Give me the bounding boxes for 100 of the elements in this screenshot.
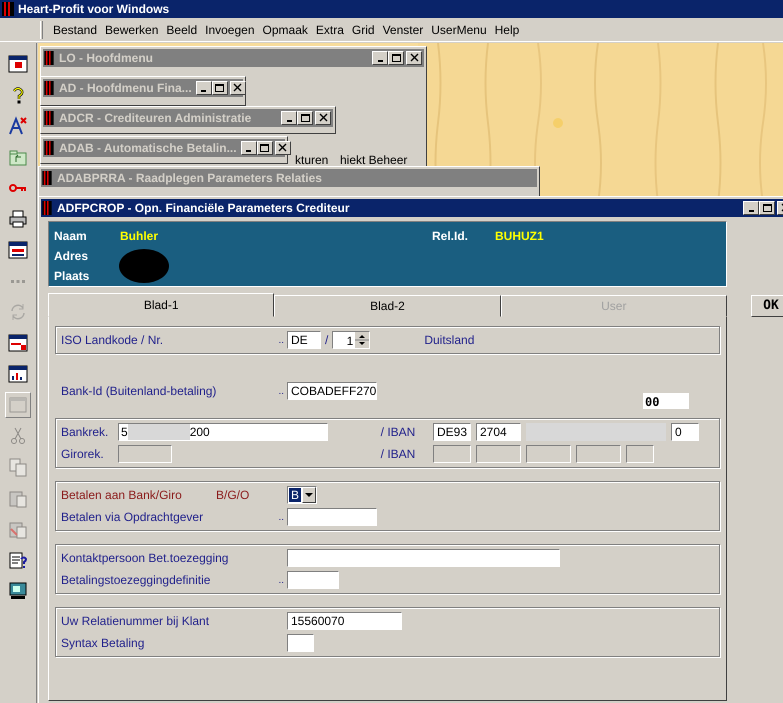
minimize-icon (286, 120, 292, 122)
menu-text: kturen (295, 152, 328, 169)
menu-item[interactable]: UserMenu (427, 20, 491, 38)
monitor-icon (8, 581, 28, 601)
dots-text: .. (277, 510, 285, 524)
menu-text: hiekt Beheer (340, 152, 408, 169)
field-label: Betalen aan Bank/Giro (61, 487, 183, 504)
menu-item[interactable]: Help (490, 20, 524, 38)
minimize-button[interactable] (240, 141, 257, 155)
maximize-icon (259, 143, 270, 153)
font-delete-icon (8, 116, 28, 136)
spin-field[interactable]: 1 (332, 331, 370, 349)
clipboard-help-icon (8, 550, 28, 570)
redaction-mark (128, 424, 190, 440)
field-value: Buhler (120, 228, 160, 245)
window-title: ADFPCROP - Opn. Financiële Parameters Crediteur (57, 200, 351, 217)
minimize-button[interactable] (281, 111, 297, 125)
field-text: 5 (121, 424, 128, 441)
minimize-button[interactable] (372, 51, 388, 65)
close-icon (277, 143, 288, 153)
window-logo-icon (41, 201, 53, 215)
window-icon (8, 364, 28, 384)
close-button[interactable] (406, 51, 422, 65)
field-value: BUHUZ1 (495, 228, 545, 245)
window-title: ADAB - Automatische Betalin... (59, 140, 237, 157)
ok-button[interactable]: OK (751, 295, 783, 317)
input-field[interactable] (287, 549, 560, 567)
field-label: B/G/O (216, 487, 250, 504)
dropdown-field[interactable]: B (287, 486, 318, 504)
input-field[interactable]: COBADEFF270 (287, 382, 377, 400)
maximize-button[interactable] (212, 81, 228, 95)
minimize-button[interactable] (743, 201, 759, 215)
field-text: 200 (190, 424, 210, 441)
window-icon (8, 333, 28, 353)
menu-item[interactable]: Grid (348, 20, 379, 38)
minimize-icon (201, 90, 206, 92)
menu-item[interactable]: Venster (378, 20, 428, 38)
code-text: 00 (643, 393, 689, 409)
input-field[interactable]: DE (287, 331, 321, 349)
input-field[interactable] (287, 634, 314, 652)
window-logo-icon (2, 2, 14, 16)
field-label: Bank-Id (Buitenland-betaling) (61, 383, 218, 400)
close-icon (232, 83, 244, 93)
copy-icon (8, 457, 28, 477)
maximize-icon (390, 53, 402, 63)
input-field[interactable]: 0 (671, 423, 699, 441)
field-label: Plaats (54, 268, 90, 285)
maximize-button[interactable] (256, 141, 273, 155)
menu-item[interactable]: Opmaak (258, 20, 312, 38)
menu-item[interactable]: Bestand (49, 20, 102, 38)
minimize-button[interactable] (196, 81, 212, 95)
field-label: Rel.Id. (432, 228, 470, 245)
window-logo-icon (43, 81, 55, 95)
field-label: Betalen via Opdrachtgever (61, 509, 204, 526)
maximize-icon (214, 83, 226, 93)
input-field[interactable]: 15560070 (287, 612, 402, 630)
maximize-icon (762, 203, 772, 213)
input-field[interactable]: 5 200 (118, 423, 328, 441)
window-icon (8, 54, 28, 74)
input-field[interactable] (287, 508, 377, 526)
field-label: Betalingstoezeggingdefinitie (61, 572, 212, 589)
window-icon (8, 240, 28, 260)
caret-icon (305, 492, 314, 498)
menu-item[interactable]: Extra (312, 20, 348, 38)
input-field[interactable] (287, 571, 339, 589)
tab[interactable]: Blad-2 (274, 295, 501, 317)
dots-text: .. (277, 574, 285, 588)
maximize-button[interactable] (759, 201, 775, 215)
maximize-button[interactable] (388, 51, 404, 65)
minimize-icon (378, 60, 382, 62)
tab[interactable]: Blad-1 (48, 293, 274, 317)
maximize-button[interactable] (297, 111, 313, 125)
separator-text: / (324, 332, 330, 349)
menu-item[interactable]: Bewerken (101, 20, 162, 38)
field-label: Kontaktpersoon Bet.toezegging (61, 550, 230, 567)
field-label: ISO Landkode / Nr. (61, 332, 164, 349)
close-icon (318, 113, 328, 123)
close-button[interactable] (274, 141, 291, 155)
dots-icon (11, 280, 25, 282)
close-button[interactable] (230, 81, 246, 95)
input-field[interactable]: 2704 (476, 423, 521, 441)
spin-arrows-icon[interactable] (355, 332, 370, 348)
close-button[interactable] (315, 111, 331, 125)
field-label: Naam (54, 228, 88, 245)
field-label: / IBAN (380, 446, 416, 463)
field-label: Girorek. (61, 446, 105, 463)
app-title: Heart-Profit voor Windows (18, 1, 170, 18)
window-title: ADABPRRA - Raadplegen Parameters Relaties (57, 170, 323, 187)
field-label: Uw Relatienummer bij Klant (61, 613, 210, 630)
window-title: ADCR - Crediteuren Administratie (59, 110, 252, 127)
maximize-icon (300, 113, 310, 123)
printer-icon (8, 209, 28, 229)
minimize-icon (748, 210, 754, 212)
field-label: / IBAN (380, 424, 416, 441)
dots-text: .. (277, 384, 285, 398)
menu-item[interactable]: Invoegen (201, 20, 259, 38)
input-field[interactable]: DE93 (433, 423, 471, 441)
close-icon (408, 53, 420, 63)
minimize-icon (246, 150, 252, 152)
menu-item[interactable]: Beeld (162, 20, 202, 38)
